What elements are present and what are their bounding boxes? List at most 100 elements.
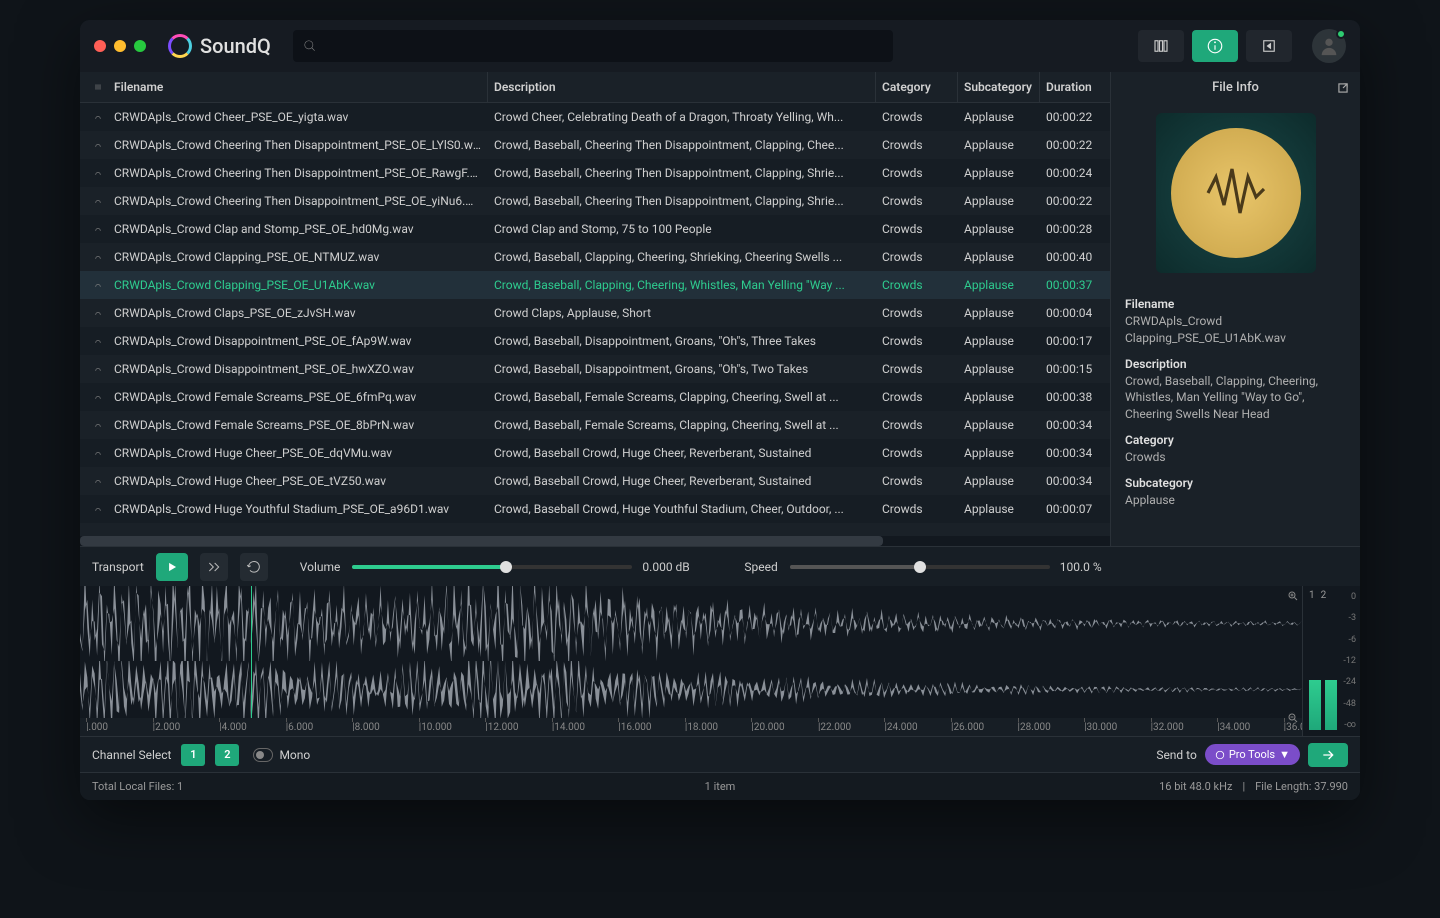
search-bar[interactable]: [293, 30, 893, 62]
table-body[interactable]: CRWDApls_Crowd Cheer_PSE_OE_yigta.wav Cr…: [80, 103, 1110, 536]
cell-filename: CRWDApls_Crowd Huge Cheer_PSE_OE_tVZ50.w…: [108, 474, 488, 488]
cell-duration: 00:00:22: [1040, 110, 1110, 124]
table-row[interactable]: CRWDApls_Crowd Claps_PSE_OE_zJvSH.wav Cr…: [80, 299, 1110, 327]
cell-description: Crowd, Baseball Crowd, Huge Youthful Sta…: [488, 502, 876, 516]
channel-1-button[interactable]: 1: [181, 744, 205, 766]
search-icon: [303, 39, 317, 53]
table-row[interactable]: CRWDApls_Crowd Clapping_PSE_OE_NTMUZ.wav…: [80, 243, 1110, 271]
cell-description: Crowd Claps, Applause, Short: [488, 306, 876, 320]
file-info-panel: File Info Filename CRWDApls_Crowd Clappi…: [1110, 72, 1360, 546]
cell-filename: CRWDApls_Crowd Cheering Then Disappointm…: [108, 138, 488, 152]
cell-filename: CRWDApls_Crowd Cheering Then Disappointm…: [108, 194, 488, 208]
cell-filename: CRWDApls_Crowd Cheering Then Disappointm…: [108, 166, 488, 180]
table-row[interactable]: CRWDApls_Crowd Cheering Then Disappointm…: [80, 159, 1110, 187]
file-thumbnail: [1156, 113, 1316, 273]
loop-button[interactable]: [240, 553, 268, 581]
table-row[interactable]: CRWDApls_Crowd Female Screams_PSE_OE_8bP…: [80, 411, 1110, 439]
maximize-window[interactable]: [134, 40, 146, 52]
cell-filename: CRWDApls_Crowd Huge Youthful Stadium_PSE…: [108, 502, 488, 516]
info-button[interactable]: [1192, 30, 1238, 62]
cell-subcategory: Applause: [958, 334, 1040, 348]
cell-subcategory: Applause: [958, 390, 1040, 404]
waveform-display[interactable]: |.000|2.000|4.000|6.000|8.000|10.000|12.…: [80, 586, 1360, 736]
file-length: File Length: 37.990: [1255, 780, 1348, 793]
table-row[interactable]: CRWDApls_Crowd Clap and Stomp_PSE_OE_hd0…: [80, 215, 1110, 243]
table-row[interactable]: CRWDApls_Crowd Clapping_PSE_OE_U1AbK.wav…: [80, 271, 1110, 299]
channel-bar: Channel Select 1 2 Mono Send to Pro Tool…: [80, 736, 1360, 772]
cell-category: Crowds: [876, 334, 958, 348]
cell-category: Crowds: [876, 446, 958, 460]
minimize-window[interactable]: [114, 40, 126, 52]
cell-description: Crowd, Baseball Crowd, Huge Cheer, Rever…: [488, 474, 876, 488]
cell-category: Crowds: [876, 474, 958, 488]
table-header: Filename Description Category Subcategor…: [80, 72, 1110, 103]
table-row[interactable]: CRWDApls_Crowd Huge Cheer_PSE_OE_dqVMu.w…: [80, 439, 1110, 467]
table-row[interactable]: CRWDApls_Crowd Cheering Then Disappointm…: [80, 187, 1110, 215]
volume-slider[interactable]: [352, 565, 632, 569]
send-button[interactable]: [1308, 743, 1348, 767]
send-target-dropdown[interactable]: Pro Tools ▼: [1205, 744, 1300, 765]
cell-category: Crowds: [876, 362, 958, 376]
col-description[interactable]: Description: [488, 72, 876, 102]
col-filename[interactable]: Filename: [108, 72, 488, 102]
columns-icon[interactable]: [94, 81, 102, 93]
user-avatar[interactable]: [1312, 29, 1346, 63]
col-subcategory[interactable]: Subcategory: [958, 72, 1040, 102]
cell-subcategory: Applause: [958, 446, 1040, 460]
export-button[interactable]: [1246, 30, 1292, 62]
library-button[interactable]: [1138, 30, 1184, 62]
table-row[interactable]: CRWDApls_Crowd Female Screams_PSE_OE_6fm…: [80, 383, 1110, 411]
horizontal-scrollbar[interactable]: [80, 536, 1110, 546]
cell-duration: 00:00:28: [1040, 222, 1110, 236]
cell-subcategory: Applause: [958, 250, 1040, 264]
playhead[interactable]: [251, 586, 252, 718]
app-logo: SoundQ: [168, 34, 271, 58]
meta-description-label: Description: [1125, 357, 1346, 371]
cell-duration: 00:00:34: [1040, 474, 1110, 488]
speed-value: 100.0 %: [1060, 560, 1130, 574]
table-row[interactable]: CRWDApls_Crowd Cheering Then Disappointm…: [80, 131, 1110, 159]
close-window[interactable]: [94, 40, 106, 52]
table-row[interactable]: CRWDApls_Crowd Cheer_PSE_OE_yigta.wav Cr…: [80, 103, 1110, 131]
table-row[interactable]: CRWDApls_Crowd Disappointment_PSE_OE_hwX…: [80, 355, 1110, 383]
cell-category: Crowds: [876, 110, 958, 124]
col-duration[interactable]: Duration: [1040, 72, 1110, 102]
meta-filename: CRWDApls_Crowd Clapping_PSE_OE_U1AbK.wav: [1125, 313, 1346, 347]
play-button[interactable]: [156, 553, 188, 581]
cell-subcategory: Applause: [958, 222, 1040, 236]
cell-subcategory: Applause: [958, 418, 1040, 432]
cell-category: Crowds: [876, 390, 958, 404]
time-ruler[interactable]: |.000|2.000|4.000|6.000|8.000|10.000|12.…: [80, 718, 1302, 736]
skip-button[interactable]: [200, 553, 228, 581]
cell-duration: 00:00:15: [1040, 362, 1110, 376]
meta-category: Crowds: [1125, 449, 1346, 466]
mono-toggle[interactable]: Mono: [253, 748, 310, 762]
table-row[interactable]: CRWDApls_Crowd Huge Youthful Stadium_PSE…: [80, 495, 1110, 523]
cell-description: Crowd Clap and Stomp, 75 to 100 People: [488, 222, 876, 236]
audio-format: 16 bit 48.0 kHz: [1159, 780, 1232, 793]
search-input[interactable]: [325, 39, 883, 54]
table-row[interactable]: CRWDApls_Crowd Disappointment_PSE_OE_fAp…: [80, 327, 1110, 355]
zoom-out-icon[interactable]: [1287, 712, 1299, 724]
volume-label: Volume: [300, 560, 341, 574]
col-category[interactable]: Category: [876, 72, 958, 102]
cell-filename: CRWDApls_Crowd Clapping_PSE_OE_U1AbK.wav: [108, 278, 488, 292]
table-row[interactable]: CRWDApls_Crowd Huge Cheer_PSE_OE_tVZ50.w…: [80, 467, 1110, 495]
cell-subcategory: Applause: [958, 138, 1040, 152]
cell-subcategory: Applause: [958, 166, 1040, 180]
cell-subcategory: Applause: [958, 474, 1040, 488]
meta-filename-label: Filename: [1125, 297, 1346, 311]
meta-category-label: Category: [1125, 433, 1346, 447]
meter-bar-1: [1309, 680, 1321, 730]
zoom-in-icon[interactable]: [1287, 590, 1299, 602]
transport-label: Transport: [92, 560, 144, 574]
speed-slider[interactable]: [790, 565, 1050, 569]
channel-2-button[interactable]: 2: [215, 744, 239, 766]
cell-description: Crowd, Baseball, Cheering Then Disappoin…: [488, 166, 876, 180]
popout-icon[interactable]: [1336, 81, 1350, 95]
status-bar: Total Local Files: 1 1 item 16 bit 48.0 …: [80, 772, 1360, 800]
channel-select-label: Channel Select: [92, 748, 171, 762]
cell-duration: 00:00:24: [1040, 166, 1110, 180]
cell-subcategory: Applause: [958, 194, 1040, 208]
cell-description: Crowd, Baseball, Cheering Then Disappoin…: [488, 138, 876, 152]
